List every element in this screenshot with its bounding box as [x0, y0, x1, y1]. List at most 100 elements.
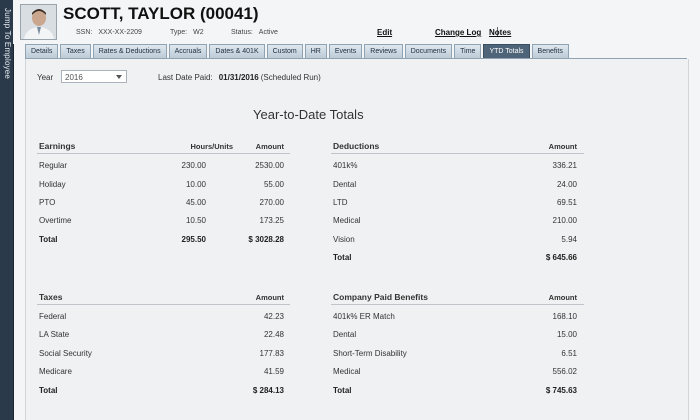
tab-accruals[interactable]: Accruals: [168, 44, 208, 58]
tab-documents[interactable]: Documents: [404, 44, 453, 58]
company-benefits-total-amount: $ 745.63: [545, 386, 577, 395]
taxes-row-amount: 177.83: [259, 349, 284, 358]
tab-taxes[interactable]: Taxes: [60, 44, 91, 58]
company-benefits-row-amount: 168.10: [552, 312, 577, 321]
company-benefits-row-label: 401k% ER Match: [333, 312, 395, 321]
earnings-total-hours: 295.50: [181, 235, 206, 244]
company-benefits-row-amount: 6.51: [561, 349, 577, 358]
earnings-total-amount: $ 3028.28: [248, 235, 284, 244]
taxes-row-amount: 41.59: [263, 367, 284, 376]
company-benefits-heading: Company Paid Benefits: [333, 292, 428, 302]
earnings-row-amount: 173.25: [259, 216, 284, 225]
last-date-paid-note: (Scheduled Run): [260, 73, 321, 82]
deductions-row-amount: 24.00: [556, 180, 577, 189]
earnings-row-label: Holiday: [39, 180, 66, 189]
last-date-paid-label: Last Date Paid:: [158, 73, 213, 82]
employee-header: SCOTT, TAYLOR (00041) SSN: XXX-XX-2209 Ty…: [13, 0, 700, 44]
taxes-row-amount: 42.23: [263, 312, 284, 321]
earnings-row-hours: 45.00: [185, 198, 206, 207]
earnings-row-label: Regular: [39, 161, 68, 170]
employee-photo: [20, 4, 57, 40]
tab-rates-deductions[interactable]: Rates & Deductions: [92, 44, 167, 58]
type-value: W2: [193, 29, 204, 36]
deductions-row-amount: 5.94: [561, 235, 577, 244]
taxes-total-amount: $ 284.13: [252, 386, 284, 395]
tab-bar: Details Taxes Rates & Deductions Accrual…: [25, 44, 571, 58]
taxes-row-amount: 22.48: [263, 330, 284, 339]
deductions-row-label: Medical: [333, 216, 361, 225]
jump-to-employee-label: Jump To Employee: [3, 8, 12, 80]
company-benefits-total-label: Total: [333, 386, 352, 395]
tab-details[interactable]: Details: [25, 44, 59, 58]
last-date-paid: Last Date Paid: 01/31/2016 (Scheduled Run): [158, 73, 321, 82]
deductions-row-label: LTD: [333, 198, 348, 207]
earnings-row-hours: 10.00: [185, 180, 206, 189]
taxes-row-label: Social Security: [39, 349, 92, 358]
ssn-value: XXX-XX-2209: [98, 29, 142, 36]
tab-custom[interactable]: Custom: [266, 44, 303, 58]
company-benefits-amount-header: Amount: [548, 293, 577, 302]
tab-benefits[interactable]: Benefits: [531, 44, 569, 58]
earnings-hours-header: Hours/Units: [190, 142, 233, 151]
taxes-total-label: Total: [39, 386, 58, 395]
status-value: Active: [258, 29, 278, 36]
earnings-row-amount: 2530.00: [255, 161, 284, 170]
taxes-row-label: Federal: [39, 312, 67, 321]
notes-link[interactable]: Notes: [489, 28, 511, 37]
earnings-total-label: Total: [39, 235, 58, 244]
last-date-paid-value: 01/31/2016: [218, 73, 259, 82]
tab-dates-401k[interactable]: Dates & 401K: [209, 44, 265, 58]
taxes-rule: [37, 304, 290, 305]
company-benefits-row-label: Medical: [333, 367, 361, 376]
jump-to-employee-rail[interactable]: Jump To Employee: [0, 0, 14, 420]
earnings-amount-header: Amount: [255, 142, 284, 151]
tab-reviews[interactable]: Reviews: [364, 44, 403, 58]
deductions-row-amount: 210.00: [552, 216, 577, 225]
deductions-amount-header: Amount: [548, 142, 577, 151]
taxes-amount-header: Amount: [255, 293, 284, 302]
earnings-rule: [37, 153, 290, 154]
page-title: Year-to-Date Totals: [253, 107, 364, 122]
deductions-heading: Deductions: [333, 141, 380, 151]
earnings-row-amount: 55.00: [263, 180, 284, 189]
tab-time[interactable]: Time: [454, 44, 482, 58]
edit-link[interactable]: Edit: [377, 28, 392, 37]
taxes-row-label: LA State: [39, 330, 70, 339]
status-label: Status:: [231, 29, 253, 36]
deductions-row-label: Dental: [333, 180, 357, 189]
earnings-row-hours: 10.50: [185, 216, 206, 225]
deductions-total-amount: $ 645.66: [545, 253, 577, 262]
earnings-heading: Earnings: [39, 141, 76, 151]
type-field: Type: W2: [170, 29, 204, 36]
chevron-down-icon: [116, 75, 122, 79]
ssn-label: SSN:: [76, 29, 93, 36]
year-value: 2016: [65, 73, 83, 82]
change-log-link[interactable]: Change Log: [435, 28, 481, 37]
company-benefits-row-amount: 556.02: [552, 367, 577, 376]
year-label: Year: [37, 73, 54, 82]
company-benefits-row-amount: 15.00: [556, 330, 577, 339]
company-benefits-row-label: Dental: [333, 330, 357, 339]
type-label: Type:: [170, 29, 188, 36]
status-field: Status: Active: [231, 29, 278, 36]
year-select[interactable]: 2016: [61, 70, 127, 83]
deductions-rule: [331, 153, 584, 154]
tab-events[interactable]: Events: [328, 44, 363, 58]
company-benefits-row-label: Short-Term Disability: [333, 349, 407, 358]
deductions-row-amount: 336.21: [552, 161, 577, 170]
tab-hr[interactable]: HR: [304, 44, 327, 58]
taxes-heading: Taxes: [39, 292, 63, 302]
deductions-row-label: Vision: [333, 235, 355, 244]
tab-ytd-totals[interactable]: YTD Totals: [483, 44, 530, 58]
earnings-row-hours: 230.00: [181, 161, 206, 170]
company-benefits-rule: [331, 304, 584, 305]
ssn-field: SSN: XXX-XX-2209: [76, 29, 142, 36]
taxes-row-label: Medicare: [39, 367, 72, 376]
earnings-row-label: PTO: [39, 198, 56, 207]
earnings-row-label: Overtime: [39, 216, 72, 225]
deductions-row-label: 401k%: [333, 161, 358, 170]
earnings-row-amount: 270.00: [259, 198, 284, 207]
main-panel: SCOTT, TAYLOR (00041) SSN: XXX-XX-2209 Ty…: [13, 0, 700, 420]
employee-name: SCOTT, TAYLOR (00041): [63, 4, 259, 23]
deductions-total-label: Total: [333, 253, 352, 262]
